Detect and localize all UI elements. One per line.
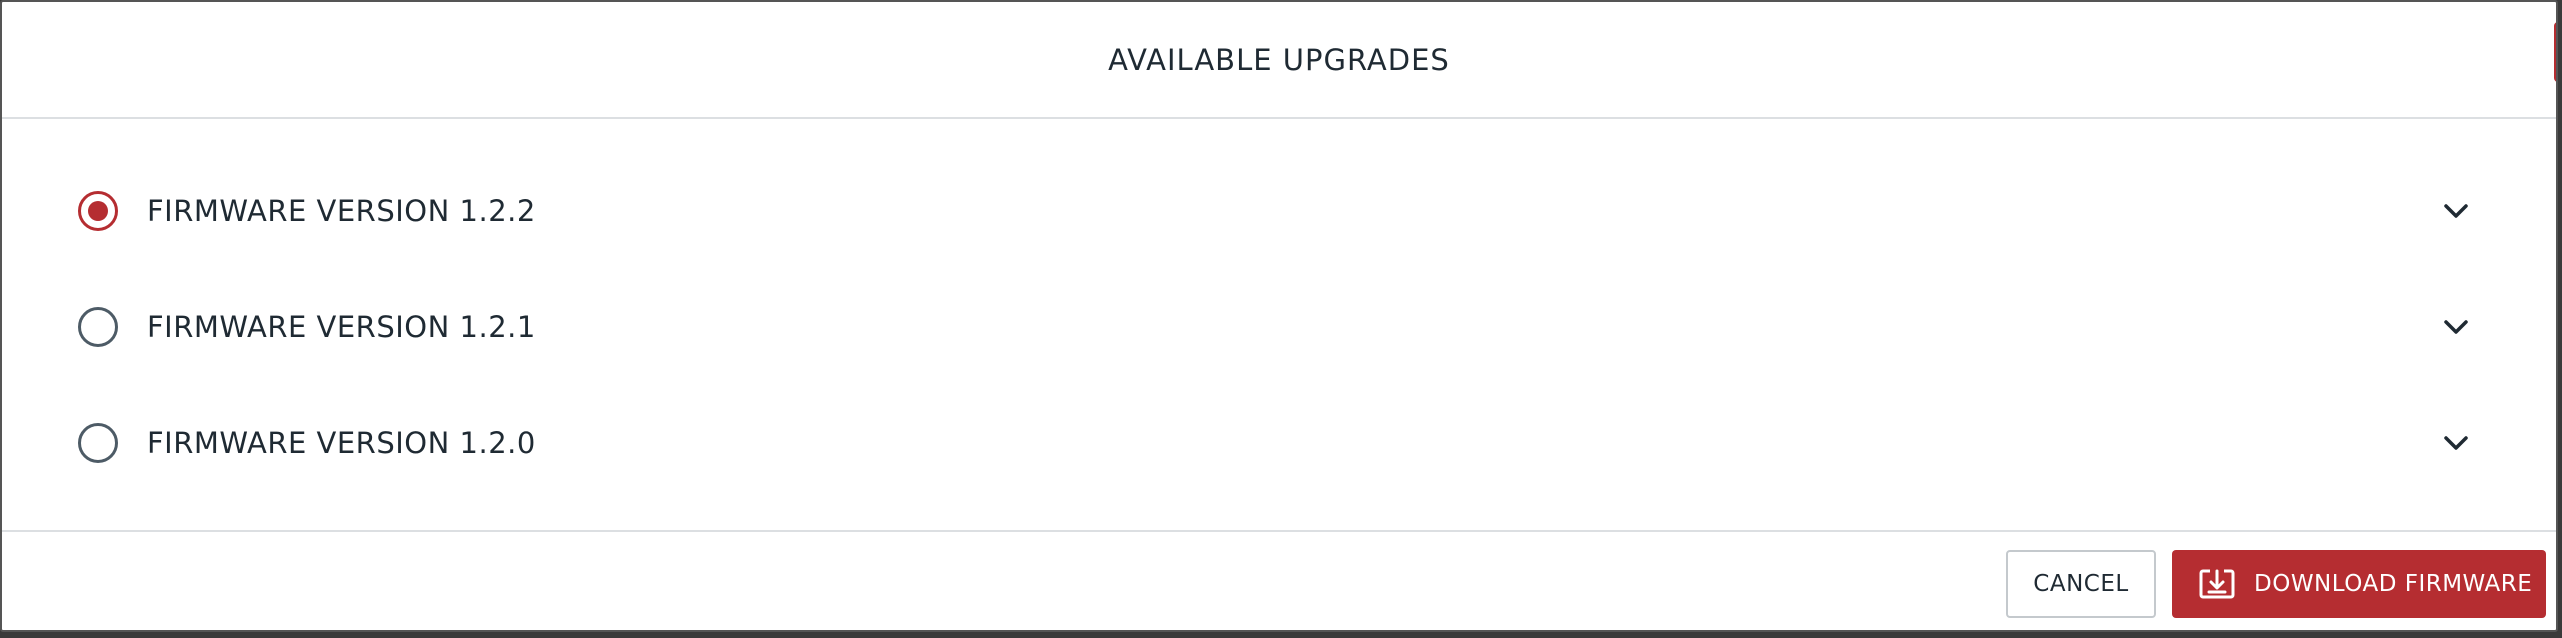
radio-button[interactable]: [78, 423, 118, 463]
dialog-title: AVAILABLE UPGRADES: [1108, 42, 1450, 77]
download-firmware-label: DOWNLOAD FIRMWARE: [2254, 571, 2533, 597]
download-firmware-button[interactable]: DOWNLOAD FIRMWARE: [2172, 550, 2546, 618]
radio-button[interactable]: [78, 307, 118, 347]
firmware-option-label: FIRMWARE VERSION 1.2.1: [147, 310, 536, 344]
firmware-option-label: FIRMWARE VERSION 1.2.0: [147, 426, 536, 460]
download-icon: [2198, 567, 2236, 601]
dialog-footer: CANCEL DOWNLOAD FIRMWARE: [2, 532, 2556, 630]
firmware-option-1-2-2[interactable]: FIRMWARE VERSION 1.2.2: [2, 153, 2556, 269]
upgrades-dialog: AVAILABLE UPGRADES FIRMWARE VERSION 1.2.…: [0, 0, 2558, 632]
firmware-option-1-2-0[interactable]: FIRMWARE VERSION 1.2.0: [2, 385, 2556, 501]
chevron-down-icon[interactable]: [2442, 313, 2470, 341]
cancel-button[interactable]: CANCEL: [2006, 550, 2156, 618]
firmware-option-1-2-1[interactable]: FIRMWARE VERSION 1.2.1: [2, 269, 2556, 385]
chevron-down-icon[interactable]: [2442, 429, 2470, 457]
radio-button-checked[interactable]: [78, 191, 118, 231]
edge-accent: [2554, 22, 2556, 82]
radio-dot: [88, 201, 108, 221]
dialog-header: AVAILABLE UPGRADES: [2, 2, 2556, 119]
chevron-down-icon[interactable]: [2442, 197, 2470, 225]
firmware-option-label: FIRMWARE VERSION 1.2.2: [147, 194, 536, 228]
firmware-options-list: FIRMWARE VERSION 1.2.2 FIRMWARE VERSION …: [2, 119, 2556, 532]
